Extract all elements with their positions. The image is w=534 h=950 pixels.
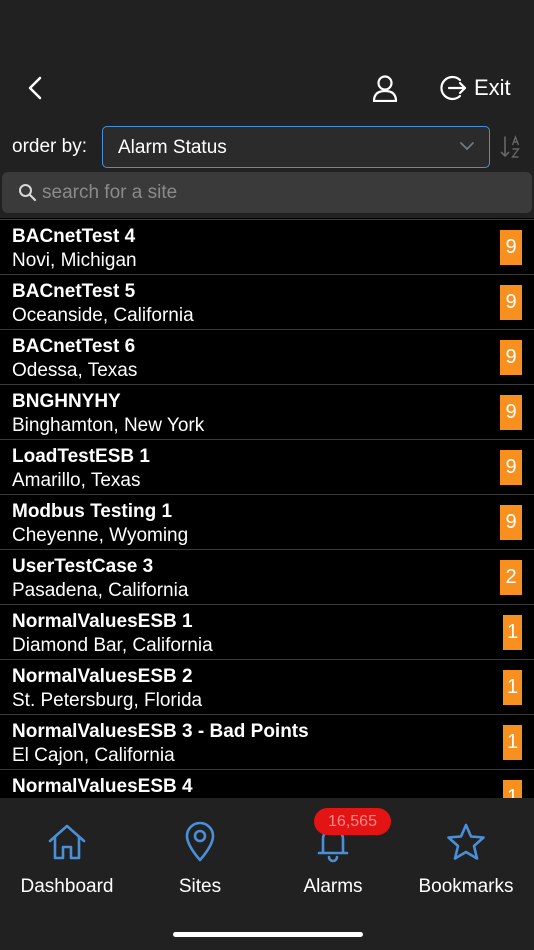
sort-az-icon xyxy=(500,135,520,158)
order-by-value: Alarm Status xyxy=(118,137,227,158)
tab-dashboard[interactable]: Dashboard xyxy=(2,820,132,898)
search-field[interactable] xyxy=(2,172,532,213)
site-location: Cheyenne, Wyoming xyxy=(12,525,189,546)
home-indicator[interactable] xyxy=(173,932,363,937)
user-icon xyxy=(372,75,398,102)
alarm-count-badge: 9 xyxy=(500,230,522,265)
site-name: NormalValuesESB 2 xyxy=(12,666,193,687)
exit-icon xyxy=(440,75,467,101)
star-icon xyxy=(447,823,485,860)
chevron-left-icon xyxy=(28,76,42,100)
site-row[interactable]: BACnetTest 5 Oceanside, California 9 xyxy=(0,275,534,330)
site-row[interactable]: BNGHNYHY Binghamton, New York 9 xyxy=(0,385,534,440)
site-location: Oceanside, California xyxy=(12,305,194,326)
alarm-count-badge: 9 xyxy=(500,340,522,375)
site-list[interactable]: BACnetTest 4 Novi, Michigan 9 BACnetTest 5… xyxy=(0,218,534,798)
site-row[interactable]: BACnetTest 4 Novi, Michigan 9 xyxy=(0,220,534,275)
site-location: Diamond Bar, California xyxy=(12,635,213,656)
site-row[interactable]: NormalValuesESB 2 St. Petersburg, Florida… xyxy=(0,660,534,715)
order-by-label: order by: xyxy=(12,136,87,157)
site-location: St. Petersburg, Florida xyxy=(12,690,203,711)
site-location: Novi, Michigan xyxy=(12,250,137,271)
site-location: El Cajon, California xyxy=(12,745,175,766)
alarm-count-badge: 9 xyxy=(500,450,522,485)
alarm-count-badge: 9 xyxy=(500,395,522,430)
alarm-count-badge: 9 xyxy=(500,505,522,540)
site-name: NormalValuesESB 4 xyxy=(12,776,193,797)
site-location: Binghamton, New York xyxy=(12,415,205,436)
site-name: LoadTestESB 1 xyxy=(12,446,150,467)
site-row[interactable]: Modbus Testing 1 Cheyenne, Wyoming 9 xyxy=(0,495,534,550)
tab-label: Dashboard xyxy=(20,876,114,897)
site-name: BACnetTest 6 xyxy=(12,336,136,357)
exit-label: Exit xyxy=(474,75,511,100)
site-name: UserTestCase 3 xyxy=(12,556,154,577)
site-location: Odessa, Texas xyxy=(12,360,138,381)
tab-sites[interactable]: Sites xyxy=(135,820,265,898)
search-icon xyxy=(19,184,37,202)
sort-direction-button[interactable] xyxy=(500,134,524,160)
alarm-count-badge: 1 xyxy=(503,615,522,650)
site-row[interactable]: NormalValuesESB 1 Diamond Bar, California… xyxy=(0,605,534,660)
site-name: NormalValuesESB 3 - Bad Points xyxy=(12,721,309,742)
site-name: BACnetTest 4 xyxy=(12,226,136,247)
alarm-count-badge: 2 xyxy=(500,560,522,595)
site-row[interactable]: NormalValuesESB 4 1 xyxy=(0,770,534,798)
chevron-down-icon xyxy=(460,142,474,151)
site-name: Modbus Testing 1 xyxy=(12,501,173,522)
site-location: Amarillo, Texas xyxy=(12,470,141,491)
tab-bookmarks[interactable]: Bookmarks xyxy=(401,820,531,898)
site-row[interactable]: UserTestCase 3 Pasadena, California 2 xyxy=(0,550,534,605)
profile-button[interactable] xyxy=(366,70,404,106)
tab-label: Bookmarks xyxy=(418,876,514,897)
site-row[interactable]: LoadTestESB 1 Amarillo, Texas 9 xyxy=(0,440,534,495)
alarm-count-badge: 1 xyxy=(503,725,522,760)
alarm-count-badge: 1 xyxy=(503,780,522,798)
back-button[interactable] xyxy=(18,70,52,106)
alarm-count-badge: 9 xyxy=(500,285,522,320)
site-name: BNGHNYHY xyxy=(12,391,121,412)
exit-button[interactable]: Exit xyxy=(438,70,511,106)
site-name: BACnetTest 5 xyxy=(12,281,136,302)
location-pin-icon xyxy=(185,821,215,862)
search-input[interactable] xyxy=(42,178,512,208)
alarm-count-badge: 1 xyxy=(503,670,522,705)
tab-label: Sites xyxy=(178,876,222,897)
site-name: NormalValuesESB 1 xyxy=(12,611,193,632)
site-location: Pasadena, California xyxy=(12,580,189,601)
tab-label: Alarms xyxy=(303,876,363,897)
home-icon xyxy=(48,824,86,860)
alarms-count-badge: 16,565 xyxy=(314,808,391,835)
site-row[interactable]: NormalValuesESB 3 - Bad Points El Cajon, … xyxy=(0,715,534,770)
site-row[interactable]: BACnetTest 6 Odessa, Texas 9 xyxy=(0,330,534,385)
order-by-select[interactable]: Alarm Status xyxy=(102,126,490,168)
